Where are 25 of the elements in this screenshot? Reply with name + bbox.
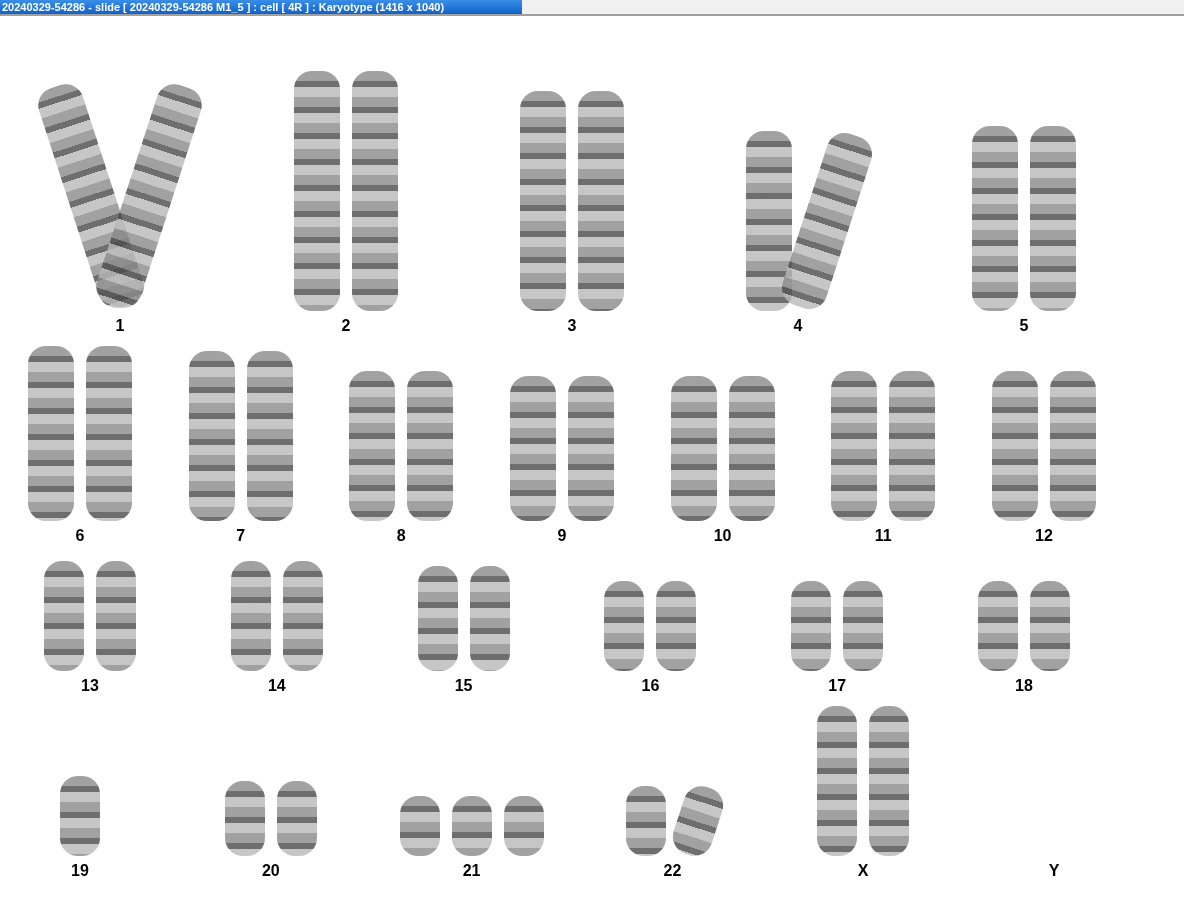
window-title: 20240329-54286 - slide [ 20240329-54286 M1_5 ] : cell [ 4R ] : Karyotype (1416 x 1040) — [0, 0, 522, 14]
chromosome-label: 12 — [1035, 527, 1053, 545]
chromosome-label: 4 — [793, 317, 803, 335]
chromosome-label: 9 — [557, 527, 567, 545]
chromosome-label: 5 — [1019, 317, 1029, 335]
chromosome-label: 17 — [828, 677, 847, 695]
chromosome-label: 20 — [261, 862, 280, 880]
chromosome-label: 8 — [396, 527, 406, 545]
chromosome-label: 13 — [81, 677, 99, 695]
chromosome-label: 14 — [267, 677, 286, 695]
chromosome-label: 15 — [454, 677, 473, 695]
chromosome-label: 16 — [641, 677, 660, 695]
chromosome-label: 22 — [663, 862, 682, 880]
chromosome-label: Y — [1048, 862, 1060, 880]
chromosome-label: 21 — [462, 862, 481, 880]
chromosome-label: 3 — [567, 317, 577, 335]
chromosome-label: 18 — [1015, 677, 1033, 695]
chromosome-label: 7 — [236, 527, 246, 545]
chromosome-label: 2 — [341, 317, 351, 335]
chromosome-label: 19 — [71, 862, 89, 880]
chromosome-label: X — [857, 862, 869, 880]
chromosome-label: 1 — [115, 317, 125, 335]
chromosome-label: 11 — [874, 527, 892, 545]
chromosome-label: 10 — [713, 527, 732, 545]
chromosome-label: 6 — [75, 527, 85, 545]
